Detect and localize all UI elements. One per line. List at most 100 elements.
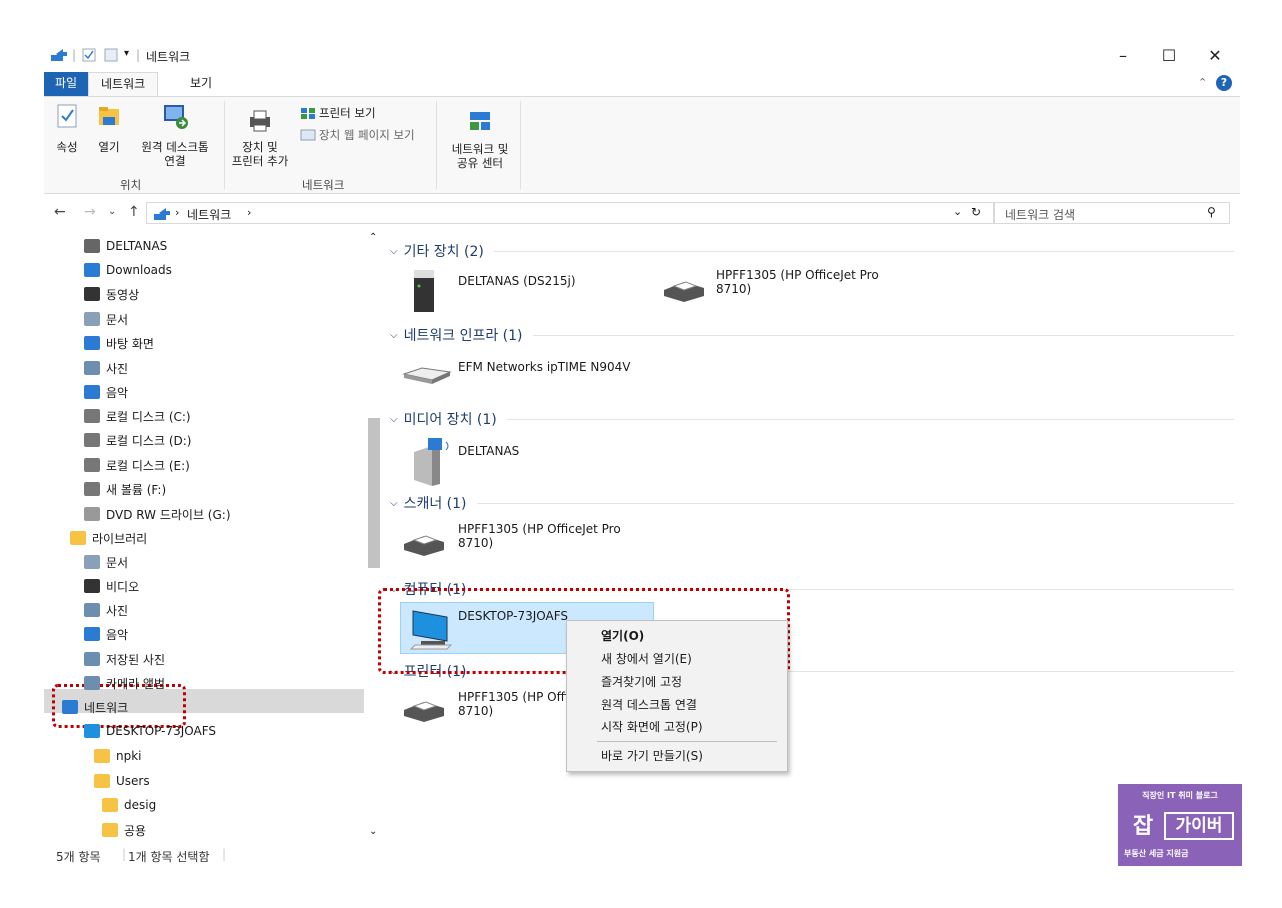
nav-item[interactable]: 네트워크 [62,695,128,719]
back-arrow-icon[interactable]: ← [54,204,66,220]
share-folder-icon [94,774,110,788]
picture-icon [84,652,100,666]
nav-item[interactable]: DVD RW 드라이브 (G:) [84,502,231,526]
nav-item[interactable]: 로컬 디스크 (D:) [84,428,191,452]
help-icon[interactable]: ? [1216,75,1232,91]
scroll-down-icon[interactable]: ⌄ [369,826,377,837]
printer-icon [664,281,704,302]
nav-item[interactable]: 라이브러리 [70,526,147,550]
nav-item[interactable]: Users [94,769,150,793]
ctx-pin-start[interactable]: 시작 화면에 고정(P) [567,716,787,738]
nav-item[interactable]: 새 볼륨 (F:) [84,477,166,501]
minimize-button[interactable]: – [1108,44,1138,66]
nav-scrollbar[interactable]: ⌃ ⌄ [366,230,382,842]
nav-item[interactable]: DELTANAS [84,234,167,258]
nav-item[interactable]: 공용 [102,818,146,842]
add-device-printer-button[interactable]: 장치 및 프린터 추가 [228,109,292,168]
device-deltanas-media[interactable]: DELTANAS [408,436,608,490]
ctx-create-shortcut[interactable]: 바로 가기 만들기(S) [567,745,787,767]
nav-item-label: 문서 [106,312,129,327]
breadcrumb-chevron-icon[interactable]: › [247,206,251,219]
device-printer[interactable]: HPFF1305 (HP Offi 8710) [402,686,572,736]
device-hpff1305-other[interactable]: HPFF1305 (HP OfficeJet Pro 8710) [662,266,902,316]
nav-item[interactable]: 비디오 [84,574,139,598]
nav-item-label: desig [124,798,157,812]
nav-item-label: 네트워크 [84,700,129,715]
nav-item[interactable]: 바탕 화면 [84,331,154,355]
folder-icon [102,798,118,812]
nav-item-label: 카메라 앨범 [106,676,166,691]
group-scanners[interactable]: ⌵ 스캐너 (1) [390,492,1234,514]
nav-item[interactable]: 카메라 앨범 [84,671,165,695]
nas-icon [414,270,434,312]
open-button[interactable]: 열기 [94,103,124,154]
status-separator: | [222,847,227,861]
context-menu: 열기(O) 새 창에서 열기(E) 즐겨찾기에 고정 원격 데스크톱 연결 시작… [566,620,788,772]
search-input[interactable]: 네트워크 검색 ⚲ [994,202,1230,224]
collapse-ribbon-icon[interactable]: ⌃ [1198,76,1207,89]
search-icon[interactable]: ⚲ [1207,205,1216,219]
tab-file[interactable]: 파일 [44,72,88,96]
close-button[interactable]: ✕ [1200,44,1230,66]
remote-desktop-icon [164,105,188,129]
nav-item[interactable]: 음악 [84,380,128,404]
nav-item[interactable]: DESKTOP-73JOAFS [84,719,216,743]
device-router[interactable]: EFM Networks ipTIME N904V [402,354,662,394]
scroll-up-icon[interactable]: ⌃ [369,232,377,243]
nav-item[interactable]: 사진 [84,598,128,622]
nav-item[interactable]: 문서 [84,307,128,331]
recent-locations-chevron-icon[interactable]: ⌄ [108,206,116,217]
up-arrow-icon[interactable]: ↑ [128,204,140,220]
nav-item[interactable]: 음악 [84,622,128,646]
picture-icon [84,361,100,375]
ctx-pin-quick-access[interactable]: 즐겨찾기에 고정 [567,671,787,693]
tab-view[interactable]: 보기 [178,72,224,96]
properties-icon [57,104,77,128]
ctx-remote-desktop[interactable]: 원격 데스크톱 연결 [567,694,787,716]
nav-item-label: 로컬 디스크 (D:) [106,433,192,448]
remote-desktop-button[interactable]: 원격 데스크톱 연결 [132,103,218,168]
music-icon [84,627,100,641]
breadcrumb-network[interactable]: 네트워크 [187,206,231,223]
search-placeholder: 네트워크 검색 [1005,208,1076,222]
ctx-open[interactable]: 열기(O) [567,625,787,647]
nav-item[interactable]: desig [102,793,156,817]
nav-item[interactable]: 동영상 [84,282,139,306]
nav-item[interactable]: 사진 [84,356,128,380]
nav-item[interactable]: 로컬 디스크 (C:) [84,404,191,428]
nav-item[interactable]: 로컬 디스크 (E:) [84,453,190,477]
nav-item[interactable]: 문서 [84,550,128,574]
status-separator: | [122,847,127,861]
view-device-webpage-button[interactable]: 장치 웹 페이지 보기 [300,127,415,143]
ribbon-tabs: 파일 네트워크 보기 ⌃ ? [44,72,1240,96]
ctx-open-new-window[interactable]: 새 창에서 열기(E) [567,648,787,670]
network-sharing-center-button[interactable]: 네트워크 및 공유 센터 [440,109,520,170]
device-deltanas-ds215j[interactable]: DELTANAS (DS215j) [408,266,658,316]
document-icon [84,555,100,569]
nav-item[interactable]: Downloads [84,258,172,282]
nav-item[interactable]: 저장된 사진 [84,647,165,671]
properties-button[interactable]: 속성 [52,103,82,154]
new-folder-qa-icon[interactable] [104,48,118,62]
address-dropdown-icon[interactable]: ⌄ [953,205,962,218]
group-network-infra[interactable]: ⌵ 네트워크 인프라 (1) [390,324,1234,346]
navigation-pane: DELTANAS Downloads 동영상 문서 바탕 화면 사진 음악 로컬 디스크 (C… [44,230,384,842]
address-input[interactable]: › 네트워크 › ⌄ ↻ [146,202,994,224]
ribbon-divider [224,101,225,189]
tab-network[interactable]: 네트워크 [88,72,159,96]
breadcrumb-chevron-icon[interactable]: › [175,206,179,219]
customize-qa-chevron-icon[interactable]: ▾ [124,48,129,59]
device-scanner[interactable]: HPFF1305 (HP OfficeJet Pro 8710) [402,520,662,570]
nav-item-label: 사진 [106,603,129,618]
properties-qa-icon[interactable] [82,48,96,62]
maximize-button[interactable]: ☐ [1154,44,1184,66]
view-printers-button[interactable]: 프린터 보기 [300,105,376,121]
refresh-icon[interactable]: ↻ [971,205,981,219]
forward-arrow-icon[interactable]: → [84,204,96,220]
group-media-devices[interactable]: ⌵ 미디어 장치 (1) [390,408,1234,430]
nav-item-label: 음악 [106,385,129,400]
nav-item[interactable]: npki [94,744,142,768]
printer-icon [404,701,444,722]
scrollbar-thumb[interactable] [368,418,380,568]
group-other-devices[interactable]: ⌵ 기타 장치 (2) [390,240,1234,262]
